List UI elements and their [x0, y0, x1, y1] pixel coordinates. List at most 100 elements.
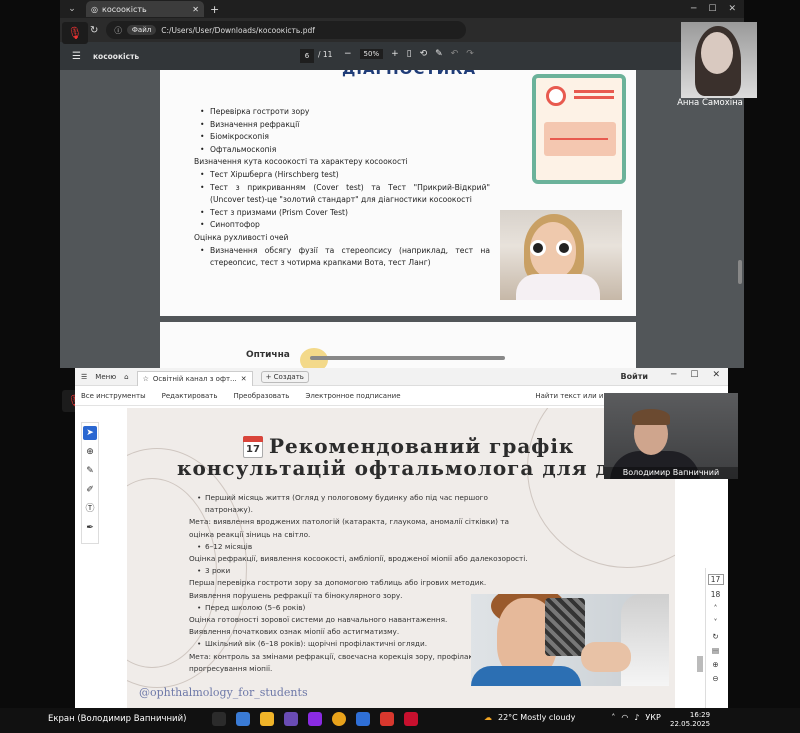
close-window-icon[interactable]: ✕: [712, 370, 720, 380]
avatar-circle: [546, 86, 566, 106]
list-item: Офтальмоскопія: [200, 144, 490, 157]
close-tab-icon[interactable]: ✕: [241, 375, 247, 383]
pdf-page: ДІАГНОСТИКА Перевірка гостроти зоруВизна…: [160, 70, 636, 316]
page-total: / 11: [318, 50, 333, 59]
page-number-b[interactable]: 18: [708, 590, 724, 599]
zoom-out-icon[interactable]: −: [344, 49, 352, 59]
create-button[interactable]: + Создать: [260, 370, 309, 383]
menu-item[interactable]: Преобразовать: [233, 392, 289, 400]
weather-icon: ☁: [484, 713, 492, 722]
participant-tile-anna[interactable]: [681, 22, 757, 98]
list-item: Визначення обсягу фузії та стереопсису (…: [200, 245, 490, 270]
clipboard-illustration: [532, 74, 626, 184]
address-text: C:/Users/User/Downloads/косоокість.pdf: [161, 25, 315, 35]
reload-icon[interactable]: ↻: [90, 25, 98, 36]
page-number-input[interactable]: 6: [300, 49, 314, 63]
stamp-tool-icon[interactable]: ✒: [83, 521, 97, 535]
zoom-controls: − 50% + ▯ ⟲ ✎ ↶ ↷: [344, 49, 474, 59]
viber-icon[interactable]: [308, 712, 322, 726]
task-view-icon[interactable]: [236, 712, 250, 726]
text-lines: [574, 90, 614, 93]
document-tab[interactable]: ☆ Освітній канал з офт... ✕: [136, 370, 253, 386]
wifi-icon[interactable]: ◠: [621, 713, 628, 722]
redo-icon[interactable]: ↷: [466, 49, 474, 59]
list-item: Перевірка гостроти зору: [200, 106, 490, 119]
address-bar-row: ↻ ⓘ Файл C:/Users/User/Downloads/косоокі…: [60, 18, 744, 42]
select-tool-icon[interactable]: ➤: [83, 426, 97, 440]
close-window-icon[interactable]: ✕: [728, 4, 736, 14]
zoom-in-icon[interactable]: +: [391, 49, 399, 59]
diagnostics-list: Перевірка гостроти зоруВизначення рефрак…: [194, 106, 490, 270]
minimize-icon[interactable]: ─: [671, 370, 676, 380]
menu-item[interactable]: Все инструменты: [81, 392, 146, 400]
participant-name: Анна Самохіна: [677, 98, 743, 108]
page-number-a[interactable]: 17: [707, 574, 724, 585]
home-icon[interactable]: ⌂: [124, 373, 128, 381]
menu-button[interactable]: Меню: [95, 373, 116, 381]
schedule-text: Мета: виявлення вроджених патологій (кат…: [189, 517, 509, 539]
window-controls: ─ ☐ ✕: [671, 370, 720, 380]
right-rail: 17 18 ˄ ˅ ↻ ▤ ⊕ ⊖: [705, 568, 725, 708]
tab-title: косоокість: [101, 4, 147, 14]
tab-menu-icon[interactable]: ⌄: [64, 2, 80, 16]
mic-off-icon[interactable]: 🎙: [62, 22, 88, 44]
menu-icon[interactable]: ☰: [81, 373, 87, 381]
menu-item[interactable]: Редактировать: [162, 392, 218, 400]
menu-item[interactable]: Электронное подписание: [305, 392, 400, 400]
vertical-scrollbar[interactable]: [697, 656, 703, 672]
pdf-app-icon[interactable]: [404, 712, 418, 726]
teams-icon[interactable]: [284, 712, 298, 726]
instagram-handle: @ophthalmology_for_students: [139, 686, 308, 699]
draw-icon[interactable]: ✎: [435, 49, 443, 59]
clock[interactable]: 16:29 22.05.2025: [670, 711, 710, 729]
maximize-icon[interactable]: ☐: [690, 370, 698, 380]
maximize-icon[interactable]: ☐: [708, 4, 716, 14]
browser-tab[interactable]: ◎ косоокість ✕: [86, 1, 204, 17]
text-tool-icon[interactable]: Ⓣ: [83, 502, 97, 516]
list-item: Визначення кута косоокості та характеру …: [194, 157, 408, 167]
page-icon[interactable]: ▤: [708, 646, 724, 655]
zoom-in-icon[interactable]: ⊕: [708, 660, 724, 669]
vertical-scrollbar[interactable]: [738, 260, 742, 284]
pdf-viewport[interactable]: ДІАГНОСТИКА Перевірка гостроти зоруВизна…: [60, 70, 744, 368]
find-text-input[interactable]: Найти текст или ин: [535, 392, 608, 400]
horizontal-scrollbar[interactable]: [310, 356, 505, 360]
meeting-stage: ⌄ ◎ косоокість ✕ + ─ ☐ ✕ ↻ ⓘ Файл C:/Use…: [0, 0, 800, 733]
phoropter-icon: [545, 598, 585, 656]
zoom-tool-icon[interactable]: ⊕: [83, 445, 97, 459]
address-bar[interactable]: ⓘ Файл C:/Users/User/Downloads/косоокіст…: [106, 21, 467, 39]
new-tab-icon[interactable]: +: [210, 3, 219, 16]
list-item: Тест з прикриванням (Cover test) та Тест…: [200, 182, 490, 207]
rotate-icon[interactable]: ⟲: [420, 49, 428, 59]
highlight-tool-icon[interactable]: ✐: [83, 483, 97, 497]
minimize-icon[interactable]: ─: [691, 4, 696, 14]
tray-arrow-icon[interactable]: ˄: [611, 713, 615, 722]
browser-tabbar: ⌄ ◎ косоокість ✕ + ─ ☐ ✕: [60, 0, 744, 18]
screen-share-label: Екран (Володимир Вапничний): [48, 714, 187, 724]
participant-tile-vova[interactable]: Володимир Вапничний: [604, 393, 738, 479]
chrome-icon[interactable]: [332, 712, 346, 726]
refresh-icon[interactable]: ↻: [708, 632, 724, 641]
zoom-out-icon[interactable]: ⊖: [708, 674, 724, 683]
fit-page-icon[interactable]: ▯: [407, 49, 412, 59]
zoom-app-icon[interactable]: [356, 712, 370, 726]
zoom-level[interactable]: 50%: [359, 49, 384, 59]
create-label: Создать: [273, 372, 304, 381]
pen-tool-icon[interactable]: ✎: [83, 464, 97, 478]
close-tab-icon[interactable]: ✕: [192, 5, 199, 14]
chevron-up-icon[interactable]: ˄: [708, 604, 724, 613]
undo-icon[interactable]: ↶: [451, 49, 459, 59]
list-item: Біомікроскопія: [200, 131, 490, 144]
weather-text[interactable]: 22°C Mostly cloudy: [498, 713, 575, 722]
girl-glasses-photo: [500, 210, 622, 300]
acrobat-icon[interactable]: [380, 712, 394, 726]
glasses-icon: [530, 240, 578, 256]
language-indicator[interactable]: УКР: [645, 713, 660, 722]
volume-icon[interactable]: ♪: [634, 713, 639, 722]
chevron-down-icon[interactable]: ˅: [708, 618, 724, 627]
system-tray: ☁ 22°C Mostly cloudy ˄ ◠ ♪ УКР: [484, 713, 661, 722]
document-page[interactable]: 17 Рекомендований графік консультацій оф…: [127, 408, 675, 708]
search-icon[interactable]: [212, 712, 226, 726]
hamburger-icon[interactable]: ☰: [72, 51, 81, 62]
explorer-icon[interactable]: [260, 712, 274, 726]
